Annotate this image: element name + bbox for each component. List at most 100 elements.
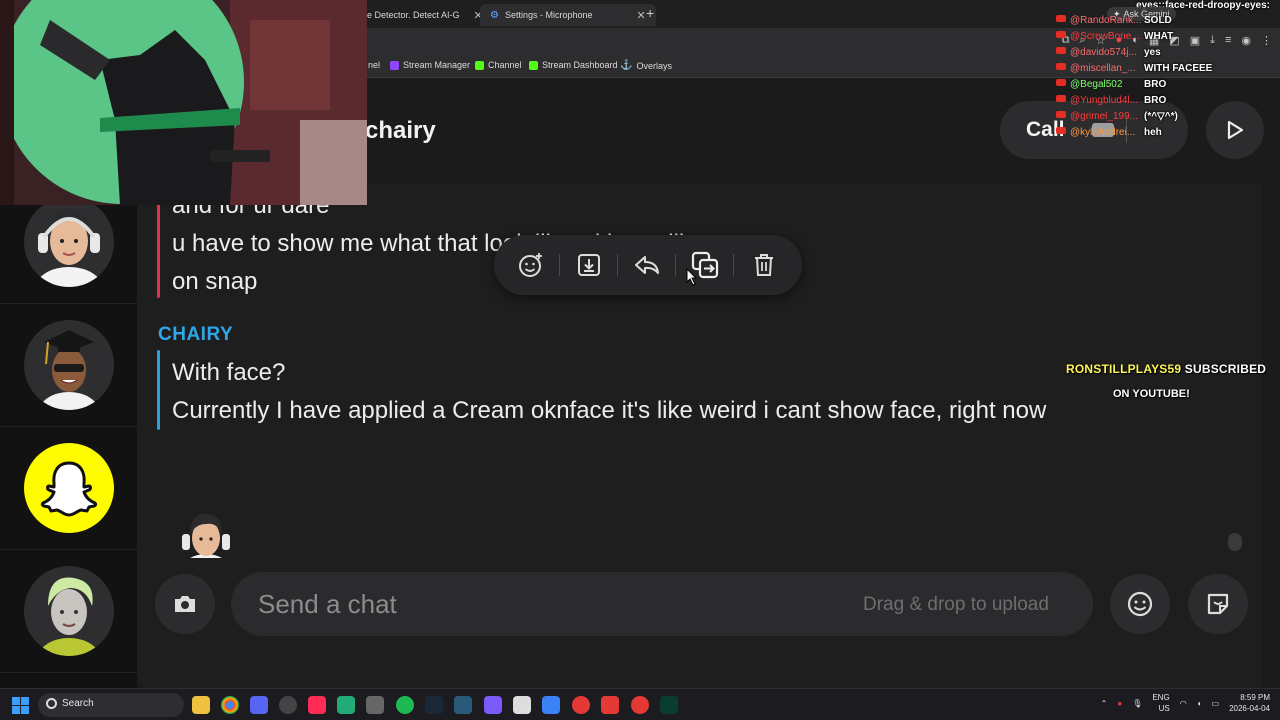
taskbar-search[interactable]: Search	[38, 693, 184, 717]
bookmark-label: Stream Manager	[403, 60, 471, 70]
app-icon[interactable]	[484, 696, 502, 714]
menu-icon[interactable]: ≡	[1225, 34, 1231, 47]
youtube-icon	[1056, 31, 1066, 38]
windows-start-icon[interactable]	[12, 697, 29, 714]
bookmark-stream-manager[interactable]: Stream Manager	[390, 60, 470, 70]
reply-icon	[635, 256, 659, 274]
stream-chat-message: SOLD	[1144, 15, 1172, 26]
scrollbar-thumb[interactable]	[1228, 533, 1242, 551]
divider	[559, 254, 560, 276]
stream-chat-message: (*^▽^*)	[1144, 111, 1178, 122]
tiktok-icon[interactable]	[308, 696, 326, 714]
delete-button[interactable]	[746, 247, 782, 283]
app-icon[interactable]	[279, 696, 297, 714]
app-icon[interactable]	[454, 696, 472, 714]
stream-chat-row: @kyleAndrei... heh	[1056, 127, 1176, 142]
extension-icon[interactable]: ▣	[1190, 34, 1200, 47]
stream-chat-username: @miscellan_...	[1070, 63, 1136, 74]
reply-button[interactable]	[629, 247, 665, 283]
trash-icon	[755, 254, 773, 276]
lang-label: ENG	[1152, 693, 1170, 702]
discord-icon[interactable]	[250, 696, 268, 714]
chat-input-placeholder: Send a chat	[258, 589, 397, 619]
download-icon[interactable]: ⤓	[1210, 34, 1215, 47]
volume-icon[interactable]: ◖	[1197, 699, 1202, 708]
stream-chat-row: @Yungblud4l... BRO	[1056, 95, 1176, 110]
emoji-button[interactable]	[1110, 574, 1170, 634]
divider	[675, 254, 676, 276]
smiley-icon	[1127, 591, 1153, 617]
play-button[interactable]	[1206, 101, 1264, 159]
app-icon[interactable]	[660, 696, 678, 714]
app-icon[interactable]	[513, 696, 531, 714]
save-icon	[578, 254, 600, 276]
bookmark-label: Overlays	[636, 60, 672, 71]
bookmark-stream-dashboard[interactable]: Stream Dashboard	[529, 60, 618, 70]
youtube-icon	[1056, 111, 1066, 118]
stream-chat-row: @RandoRank... SOLD	[1056, 15, 1176, 30]
tab-settings-microphone[interactable]: ⚙ Settings - Microphone ✕	[480, 4, 656, 26]
spotify-icon[interactable]	[396, 696, 414, 714]
stream-chat-username: @ScrewBone...	[1070, 31, 1140, 42]
chrome-icon[interactable]	[221, 696, 239, 714]
subscriber-name: RONSTILLPLAYS59	[1066, 362, 1182, 376]
save-in-chat-button[interactable]	[571, 247, 607, 283]
profile-icon[interactable]: ◉	[1241, 34, 1251, 47]
message-text: With face?	[172, 359, 286, 386]
emoji-add-icon	[519, 253, 542, 277]
battery-icon[interactable]: ▭	[1212, 699, 1220, 708]
notepad-icon[interactable]	[542, 696, 560, 714]
steam-icon[interactable]	[425, 696, 443, 714]
app-icon[interactable]	[601, 696, 619, 714]
friends-sidebar	[0, 184, 137, 688]
friend-item[interactable]	[0, 550, 137, 673]
stream-chat-message: WHAT	[1144, 31, 1174, 42]
bookmark-overlays[interactable]: ⚓ Overlays	[620, 60, 672, 71]
tray-app-icon[interactable]: ●	[1117, 699, 1122, 708]
file-explorer-icon[interactable]	[192, 696, 210, 714]
clock[interactable]: 8:59 PM 2026-04-04	[1229, 692, 1270, 714]
divider	[617, 254, 618, 276]
typing-indicator-avatar	[171, 508, 241, 558]
youtube-icon	[1056, 79, 1066, 86]
drag-drop-hint: Drag & drop to upload	[863, 594, 1049, 615]
microphone-icon[interactable]: 🎙	[1132, 699, 1142, 708]
app-icon[interactable]	[631, 696, 649, 714]
react-emoji-button[interactable]	[513, 247, 549, 283]
close-tab-icon[interactable]: ✕	[637, 9, 646, 22]
youtube-icon	[1056, 95, 1066, 102]
bookmark-item[interactable]: nel	[368, 60, 380, 70]
stream-chat-username: @RandoRank...	[1070, 15, 1142, 26]
camera-icon	[175, 596, 195, 612]
friend-item-snapchat[interactable]	[0, 427, 137, 550]
stream-chat-row: @ScrewBone... WHAT	[1056, 31, 1176, 46]
system-tray: ⌃ ● 🎙 ENG US ◠ ◖ ▭ 8:59 PM 2026-04-04	[1101, 692, 1270, 714]
avatar	[24, 566, 114, 656]
cursor-icon	[686, 268, 698, 286]
youtube-icon	[1056, 15, 1066, 22]
app-icon[interactable]	[337, 696, 355, 714]
camera-button[interactable]	[155, 574, 215, 634]
kick-icon	[529, 60, 538, 70]
sticker-icon	[1207, 593, 1229, 615]
bookmark-channel[interactable]: Channel	[475, 60, 522, 70]
stream-chat-row: @Begal502 BRO	[1056, 79, 1176, 94]
sticker-button[interactable]	[1188, 574, 1248, 634]
app-icon[interactable]	[366, 696, 384, 714]
stream-chat-username: @Begal502	[1070, 79, 1123, 90]
avatar	[24, 197, 114, 287]
tab-ai-detector[interactable]: ge Detector. Detect AI-G ✕	[362, 4, 483, 26]
language-indicator[interactable]: ENG US	[1152, 692, 1169, 714]
overlay-icon: ⚓	[620, 60, 633, 71]
wifi-icon[interactable]: ◠	[1180, 699, 1187, 708]
app-icon[interactable]	[572, 696, 590, 714]
message-action-bar	[494, 235, 802, 295]
avatar	[24, 320, 114, 410]
kebab-menu-icon[interactable]: ⋮	[1261, 34, 1272, 47]
gear-icon: ⚙	[490, 9, 499, 21]
new-tab-button[interactable]: +	[646, 5, 654, 21]
stream-chat-row: @davido574j... yes	[1056, 47, 1176, 62]
webcam-feed-image	[0, 0, 367, 205]
chevron-up-icon[interactable]: ⌃	[1101, 699, 1108, 708]
friend-item[interactable]	[0, 304, 137, 427]
